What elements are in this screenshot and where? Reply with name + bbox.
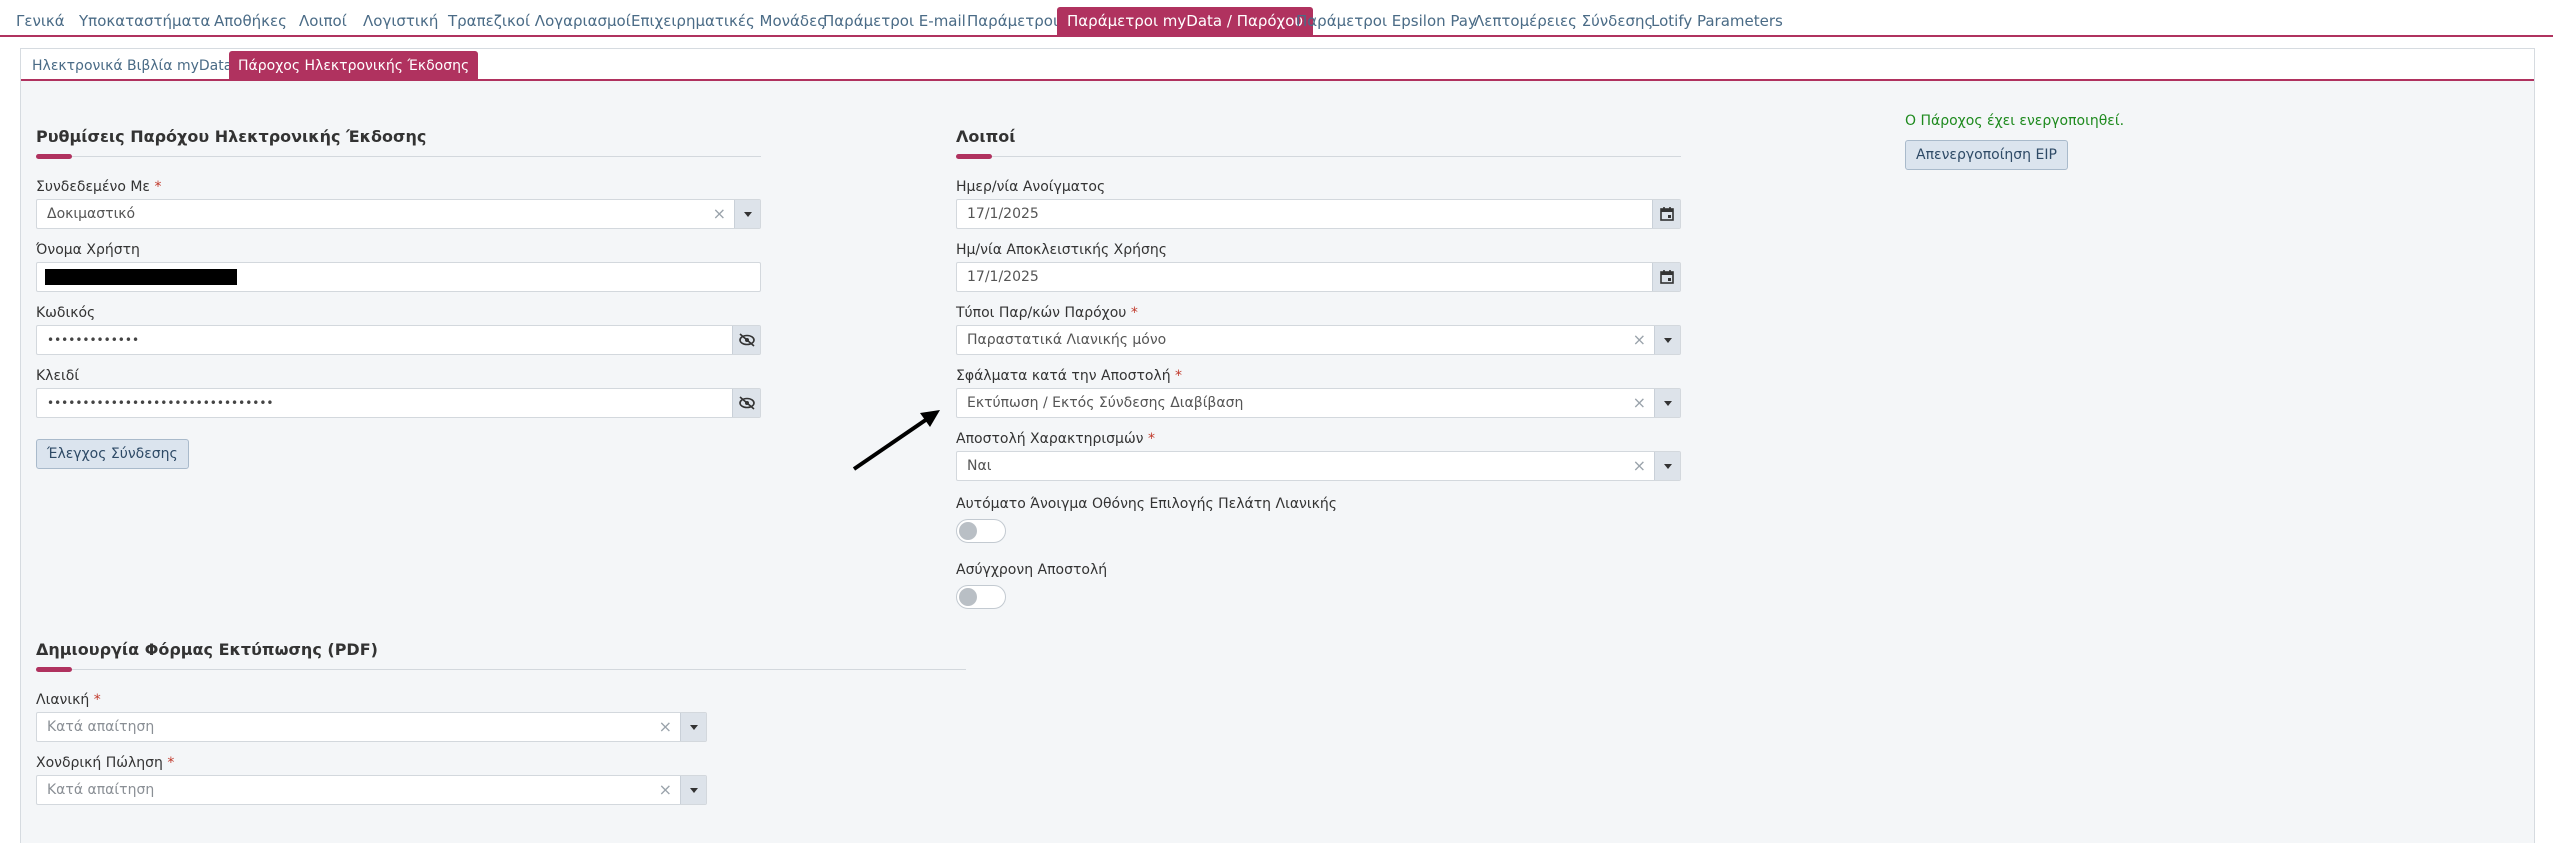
- annotation-arrow-icon: [852, 410, 940, 471]
- wholesale-select[interactable]: Κατά απαίτηση ×: [36, 775, 707, 805]
- retail-placeholder: Κατά απαίτηση: [47, 719, 155, 735]
- tab-epsilon-pay[interactable]: Παράμετροι Epsilon Pay: [1286, 7, 1487, 35]
- deactivate-eip-button[interactable]: Απενεργοποίηση EIP: [1905, 140, 2068, 170]
- wholesale-label: Χονδρική Πώληση *: [36, 755, 175, 771]
- tab-connection-details[interactable]: Λεπτομέρειες Σύνδεσης: [1464, 7, 1663, 35]
- tab-business-units[interactable]: Επιχειρηματικές Μονάδες: [621, 7, 836, 35]
- retail-label: Λιανική *: [36, 692, 101, 708]
- retail-select[interactable]: Κατά απαίτηση ×: [36, 712, 707, 742]
- username-input[interactable]: [36, 262, 761, 292]
- send-errors-label: Σφάλματα κατά την Αποστολή *: [956, 368, 1183, 384]
- provider-doc-types-select[interactable]: Παραστατικά Λιανικής μόνο ×: [956, 325, 1681, 355]
- tab-warehouses[interactable]: Αποθήκες: [204, 7, 297, 35]
- exclusive-date-label: Ημ/νία Αποκλειστικής Χρήσης: [956, 242, 1167, 258]
- test-connection-button[interactable]: Έλεγχος Σύνδεσης: [36, 439, 189, 469]
- send-errors-value: Εκτύπωση / Εκτός Σύνδεσης Διαβίβαση: [967, 395, 1244, 411]
- tab-lotify[interactable]: Lotify Parameters: [1641, 7, 1793, 35]
- toggle-knob: [959, 522, 977, 540]
- connected-with-value: Δοκιμαστικό: [47, 206, 136, 222]
- provider-content: Ρυθμίσεις Παρόχου Ηλεκτρονικής Έκδοσης Σ…: [21, 83, 2534, 843]
- chevron-down-icon[interactable]: [1654, 452, 1680, 480]
- section-divider: [36, 669, 966, 670]
- section-accent: [956, 154, 992, 159]
- auto-open-retail-label: Αυτόματο Άνοιγμα Οθόνης Επιλογής Πελάτη …: [956, 496, 1337, 512]
- chevron-down-icon[interactable]: [734, 200, 760, 228]
- password-input[interactable]: •••••••••••••: [36, 325, 761, 355]
- clear-icon[interactable]: ×: [713, 200, 726, 228]
- connected-with-label: Συνδεδεμένο Με *: [36, 179, 162, 195]
- calendar-icon[interactable]: [1652, 200, 1680, 228]
- clear-icon[interactable]: ×: [1633, 389, 1646, 417]
- clear-icon[interactable]: ×: [1633, 452, 1646, 480]
- send-characterizations-label: Αποστολή Χαρακτηρισμών *: [956, 431, 1155, 447]
- subtab-e-invoicing-provider[interactable]: Πάροχος Ηλεκτρονικής Έκδοσης: [229, 51, 479, 81]
- tab-branches[interactable]: Υποκαταστήματα: [69, 7, 220, 35]
- section-accent: [36, 667, 72, 672]
- exclusive-date-value: 17/1/2025: [967, 269, 1039, 285]
- top-tab-bar: Γενικά Υποκαταστήματα Αποθήκες Λοιποί Λο…: [0, 0, 2553, 37]
- eye-off-icon[interactable]: [732, 326, 760, 354]
- clear-icon[interactable]: ×: [659, 776, 672, 804]
- others-title: Λοιποί: [956, 127, 1016, 146]
- send-errors-select[interactable]: Εκτύπωση / Εκτός Σύνδεσης Διαβίβαση ×: [956, 388, 1681, 418]
- provider-settings-title: Ρυθμίσεις Παρόχου Ηλεκτρονικής Έκδοσης: [36, 127, 427, 146]
- pdf-form-title: Δημιουργία Φόρμας Εκτύπωσης (PDF): [36, 640, 378, 659]
- auto-open-retail-toggle[interactable]: [956, 519, 1006, 543]
- subtab-mydata-books[interactable]: Ηλεκτρονικά Βιβλία myData: [23, 51, 241, 81]
- chevron-down-icon[interactable]: [680, 713, 706, 741]
- open-date-input[interactable]: 17/1/2025: [956, 199, 1681, 229]
- provider-status-message: Ο Πάροχος έχει ενεργοποιηθεί.: [1905, 113, 2125, 129]
- tab-bank-accounts[interactable]: Τραπεζικοί Λογαριασμοί: [438, 7, 641, 35]
- connected-with-select[interactable]: Δοκιμαστικό ×: [36, 199, 761, 229]
- section-accent: [36, 154, 72, 159]
- send-characterizations-value: Ναι: [967, 458, 992, 474]
- section-divider: [36, 156, 761, 157]
- toggle-knob: [959, 588, 977, 606]
- tab-mydata-provider[interactable]: Παράμετροι myData / Παρόχου: [1057, 7, 1314, 35]
- open-date-label: Ημερ/νία Ανοίγματος: [956, 179, 1106, 195]
- tab-others[interactable]: Λοιποί: [289, 7, 357, 35]
- username-label: Όνομα Χρήστη: [36, 242, 140, 258]
- tab-params[interactable]: Παράμετροι: [957, 7, 1068, 35]
- password-label: Κωδικός: [36, 305, 96, 321]
- exclusive-date-input[interactable]: 17/1/2025: [956, 262, 1681, 292]
- tab-general[interactable]: Γενικά: [6, 7, 75, 35]
- password-value: •••••••••••••: [47, 333, 140, 347]
- clear-icon[interactable]: ×: [659, 713, 672, 741]
- provider-doc-types-value: Παραστατικά Λιανικής μόνο: [967, 332, 1167, 348]
- open-date-value: 17/1/2025: [967, 206, 1039, 222]
- section-divider: [956, 156, 1681, 157]
- send-characterizations-select[interactable]: Ναι ×: [956, 451, 1681, 481]
- async-send-label: Ασύγχρονη Αποστολή: [956, 562, 1108, 578]
- calendar-icon[interactable]: [1652, 263, 1680, 291]
- key-label: Κλειδί: [36, 368, 80, 384]
- eye-off-icon[interactable]: [732, 389, 760, 417]
- sub-tab-bar: Ηλεκτρονικά Βιβλία myData Πάροχος Ηλεκτρ…: [21, 49, 2534, 81]
- chevron-down-icon[interactable]: [1654, 326, 1680, 354]
- chevron-down-icon[interactable]: [680, 776, 706, 804]
- key-value: ••••••••••••••••••••••••••••••••: [47, 396, 274, 410]
- chevron-down-icon[interactable]: [1654, 389, 1680, 417]
- clear-icon[interactable]: ×: [1633, 326, 1646, 354]
- async-send-toggle[interactable]: [956, 585, 1006, 609]
- redacted-username: [45, 269, 237, 285]
- wholesale-placeholder: Κατά απαίτηση: [47, 782, 155, 798]
- key-input[interactable]: ••••••••••••••••••••••••••••••••: [36, 388, 761, 418]
- tab-email-params[interactable]: Παράμετροι E-mail: [813, 7, 976, 35]
- tab-accounting[interactable]: Λογιστική: [353, 7, 448, 35]
- provider-doc-types-label: Τύποι Παρ/κών Παρόχου *: [956, 305, 1138, 321]
- tab-panel: Ηλεκτρονικά Βιβλία myData Πάροχος Ηλεκτρ…: [20, 48, 2535, 843]
